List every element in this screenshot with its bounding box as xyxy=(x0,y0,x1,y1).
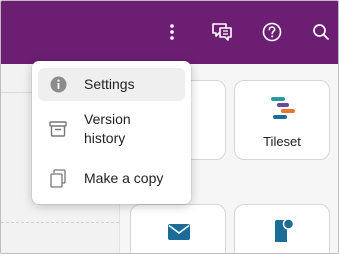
search-icon[interactable] xyxy=(309,20,333,44)
more-vertical-icon[interactable] xyxy=(160,20,184,44)
tileset-card[interactable]: Tileset xyxy=(234,80,330,160)
menu-item-label: Make a copy xyxy=(84,169,164,186)
archive-box-icon xyxy=(49,120,67,138)
note-card[interactable] xyxy=(234,204,330,253)
more-options-menu: Settings Version history Make a copy xyxy=(32,61,191,204)
menu-item-settings[interactable]: Settings xyxy=(38,68,185,101)
menu-item-label: Version history xyxy=(84,111,131,146)
email-card[interactable] xyxy=(130,204,226,253)
tileset-icon xyxy=(271,97,295,119)
info-icon xyxy=(49,76,67,94)
copy-icon xyxy=(49,168,67,188)
menu-item-version-history[interactable]: Version history xyxy=(38,105,185,153)
mail-icon xyxy=(168,224,190,240)
help-icon[interactable] xyxy=(260,20,284,44)
top-bar xyxy=(1,1,338,64)
divider xyxy=(1,222,119,223)
menu-item-make-a-copy[interactable]: Make a copy xyxy=(38,161,185,195)
tileset-label: Tileset xyxy=(263,134,301,149)
note-icon xyxy=(275,218,295,242)
app-frame: Tileset s xyxy=(0,0,339,254)
menu-item-label: Settings xyxy=(84,76,135,92)
feedback-icon[interactable] xyxy=(210,20,234,44)
